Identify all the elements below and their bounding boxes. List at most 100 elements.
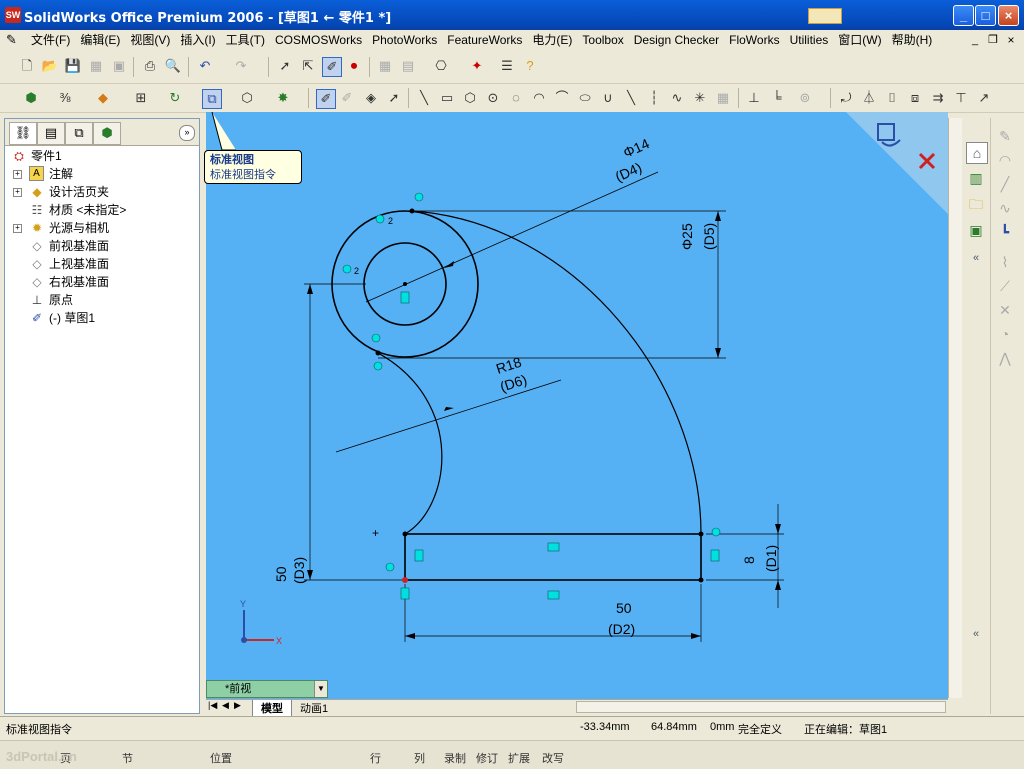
tree-item-lights-cameras[interactable]: + ✹ 光源与相机 xyxy=(9,219,199,237)
select-icon[interactable]: ➚ xyxy=(276,57,294,75)
appearance-library-icon[interactable]: ▣ xyxy=(966,220,986,240)
expand-icon[interactable]: + xyxy=(13,224,22,233)
menu-edit[interactable]: 编辑(E) xyxy=(75,30,125,50)
fix-icon[interactable]: ⊚ xyxy=(796,89,814,107)
tree-item-front-plane[interactable]: ◇ 前视基准面 xyxy=(9,237,199,255)
convert-icon[interactable]: ⧈ xyxy=(906,89,924,107)
menu-photoworks[interactable]: PhotoWorks xyxy=(367,30,442,50)
menu-design-checker[interactable]: Design Checker xyxy=(629,30,724,50)
open-icon[interactable]: 📂 xyxy=(41,57,59,75)
trim-icon[interactable]: ⤾ xyxy=(837,89,855,107)
tab-property-manager[interactable]: ▤ xyxy=(37,122,65,145)
hide-show-icon[interactable]: ⬡ xyxy=(238,89,256,107)
3d-sketch-icon[interactable]: ✐ xyxy=(338,89,356,107)
tab-scroll-first-icon[interactable]: |◀ xyxy=(208,700,217,711)
menu-help[interactable]: 帮助(H) xyxy=(887,30,938,50)
smart-dimension-icon[interactable]: ◈ xyxy=(362,89,380,107)
add-in-icon[interactable]: ✦ xyxy=(468,57,486,75)
print-preview-icon[interactable]: 🔍 xyxy=(164,57,182,75)
rectangle-icon[interactable]: ▭ xyxy=(438,89,456,107)
sketch-curve-icon[interactable]: ∿ xyxy=(995,198,1015,218)
tab-configuration-manager[interactable]: ⧉ xyxy=(65,122,93,145)
sketch-tool-icon[interactable]: ⌇ xyxy=(995,252,1015,272)
large-arc[interactable] xyxy=(411,210,702,535)
dim-d1-value[interactable]: 8 xyxy=(741,556,757,564)
horizontal-scrollbar[interactable] xyxy=(576,701,946,713)
tab-model[interactable]: 模型 xyxy=(252,700,292,717)
sketch-tool-icon[interactable]: ⋀ xyxy=(995,348,1015,368)
sketch-line-icon[interactable]: ╱ xyxy=(995,174,1015,194)
sketch-tool-icon[interactable]: ◔ xyxy=(995,324,1015,344)
app-icon[interactable]: SW xyxy=(5,7,21,23)
standard-views-icon[interactable]: ⧉ xyxy=(202,89,222,109)
menu-toolbox[interactable]: Toolbox xyxy=(577,30,628,50)
tree-item-design-binder[interactable]: + ◆ 设计活页夹 xyxy=(9,183,199,201)
point-icon[interactable]: ✳ xyxy=(691,89,709,107)
collapse-icon[interactable]: « xyxy=(966,248,986,268)
dim-d4-value[interactable]: Φ14 xyxy=(621,135,652,161)
sketch-mode-icon[interactable]: ✐ xyxy=(316,89,336,109)
menu-insert[interactable]: 插入(I) xyxy=(175,30,220,50)
menu-featureworks[interactable]: FeatureWorks xyxy=(442,30,527,50)
panel-expand-icon[interactable]: » xyxy=(179,125,195,141)
three-point-arc-icon[interactable]: ⌒ xyxy=(553,89,571,107)
display-relations-icon[interactable]: ╘ xyxy=(768,89,786,107)
doc-restore-button[interactable]: ❐ xyxy=(986,33,1000,47)
menu-file[interactable]: 文件(F) xyxy=(26,30,75,50)
tree-root[interactable]: ⛭ 零件1 xyxy=(9,147,199,165)
home-icon[interactable]: ⌂ xyxy=(966,142,988,164)
origin-point[interactable] xyxy=(402,577,408,583)
options-grid-icon[interactable]: ▦ xyxy=(376,57,394,75)
display-style-icon[interactable]: ⊞ xyxy=(132,89,150,107)
rectangle[interactable] xyxy=(404,533,702,581)
tangent-arc-icon[interactable]: ◠ xyxy=(530,89,548,107)
dim-d2-value[interactable]: 50 xyxy=(616,600,632,616)
view-orientation-icon[interactable]: ⬢ xyxy=(22,89,40,107)
expand-icon[interactable]: + xyxy=(13,188,22,197)
vertical-scrollbar[interactable] xyxy=(948,118,962,698)
make-drawing-icon[interactable]: ▦ xyxy=(87,57,105,75)
rebuild-icon[interactable]: ⏺ xyxy=(345,57,363,75)
tree-item-sketch1[interactable]: ✐ (-) 草图1 xyxy=(9,309,199,327)
tree-item-annotations[interactable]: + A 注解 xyxy=(9,165,199,183)
instant-3d-icon[interactable]: ⎔ xyxy=(432,57,450,75)
circle-center[interactable] xyxy=(403,282,407,286)
dimension-icon[interactable]: ⅜ xyxy=(56,89,74,107)
sketch-tool-icon[interactable]: ⟋ xyxy=(995,276,1015,296)
make-assembly-icon[interactable]: ▣ xyxy=(110,57,128,75)
select-filter-icon[interactable]: ⇱ xyxy=(299,57,317,75)
properties-icon[interactable]: ▤ xyxy=(399,57,417,75)
redo-icon[interactable]: ↷ xyxy=(232,57,250,75)
curve-icon[interactable]: ∿ xyxy=(668,89,686,107)
save-icon[interactable]: 💾 xyxy=(64,57,82,75)
spline-icon[interactable]: ╲ xyxy=(622,89,640,107)
menu-tools[interactable]: 工具(T) xyxy=(221,30,270,50)
table-icon[interactable]: ☰ xyxy=(498,57,516,75)
expand-icon[interactable]: + xyxy=(13,170,22,179)
doc-minimize-button[interactable]: _ xyxy=(968,33,982,47)
rotate-icon[interactable]: ↻ xyxy=(166,89,184,107)
menu-view[interactable]: 视图(V) xyxy=(125,30,175,50)
tree-item-origin[interactable]: ⊥ 原点 xyxy=(9,291,199,309)
split-icon[interactable]: ⊤ xyxy=(952,89,970,107)
r18-arc[interactable] xyxy=(377,352,443,535)
dim-d3-value[interactable]: 50 xyxy=(273,566,289,582)
tab-feature-manager[interactable]: ⛓ xyxy=(9,122,37,145)
menu-electrical[interactable]: 电力(E) xyxy=(527,30,577,50)
tab-animation[interactable]: 动画1 xyxy=(292,700,336,716)
doc-close-button[interactable]: × xyxy=(1004,33,1018,47)
tree-item-right-plane[interactable]: ◇ 右视基准面 xyxy=(9,273,199,291)
document-icon[interactable]: ✎ xyxy=(6,32,22,48)
tab-dimxpert[interactable]: ⬢ xyxy=(93,122,121,145)
maximize-button[interactable]: □ xyxy=(975,5,996,26)
undo-icon[interactable]: ↶ xyxy=(196,57,214,75)
dim-d5-value[interactable]: Φ25 xyxy=(679,223,695,250)
appearance-icon[interactable]: ✸ xyxy=(274,89,292,107)
relation-glyphs[interactable] xyxy=(342,192,721,600)
chamfer-icon[interactable]: ◠ xyxy=(995,150,1015,170)
file-explorer-icon[interactable]: 🗀 xyxy=(966,194,986,214)
text-icon[interactable]: ▦ xyxy=(714,89,732,107)
circle-icon[interactable]: ⊙ xyxy=(484,89,502,107)
offset-icon[interactable]: ⌷ xyxy=(883,89,901,107)
ellipse-icon[interactable]: ⬭ xyxy=(576,89,594,107)
